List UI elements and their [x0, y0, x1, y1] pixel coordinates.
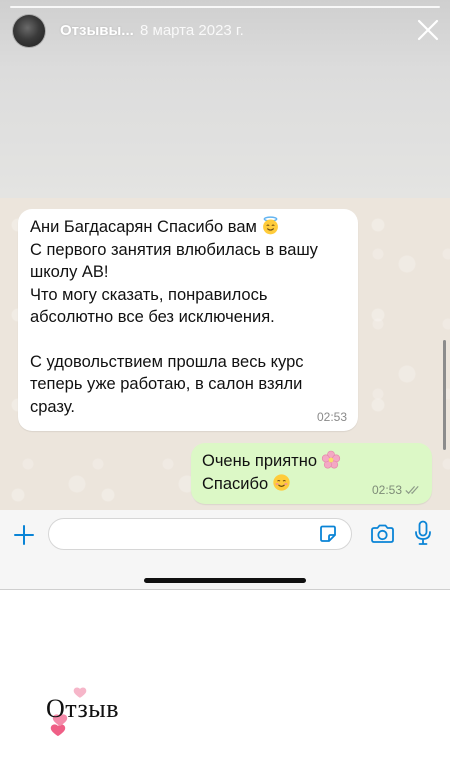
double-check-icon	[405, 486, 419, 495]
chat-scrollbar[interactable]	[443, 340, 446, 450]
mic-icon[interactable]	[414, 520, 432, 546]
smiling-face-with-halo-icon	[262, 216, 278, 235]
message-time: 02:53	[316, 410, 347, 424]
message-line: теперь уже работаю, в салон взяли	[30, 375, 303, 393]
story-progress-bar	[10, 6, 440, 8]
smiling-face-icon	[273, 473, 290, 491]
message-line: Ани Багдасарян Спасибо вам	[30, 216, 346, 239]
message-line: Очень приятно	[202, 450, 421, 473]
close-icon[interactable]	[416, 18, 440, 42]
sticker-label-text: Отзыв	[46, 694, 119, 723]
cherry-blossom-icon	[321, 450, 341, 469]
incoming-message-bubble[interactable]: Ани Багдасарян Спасибо вам С первого зан…	[18, 209, 358, 431]
message-line: школу АВ!	[30, 263, 109, 281]
camera-icon[interactable]	[370, 524, 395, 544]
message-line: абсолютно все без исключения.	[30, 308, 275, 326]
sticker-icon[interactable]	[318, 524, 338, 544]
home-indicator	[144, 578, 306, 583]
story-title[interactable]: Отзывы...	[60, 22, 134, 39]
story-date: 8 марта 2023 г.	[140, 22, 244, 39]
plus-icon[interactable]	[13, 524, 35, 546]
message-time: 02:53	[371, 483, 402, 497]
profile-avatar[interactable]	[12, 14, 46, 48]
message-line: Что могу сказать, понравилось	[30, 285, 268, 304]
message-line: С удовольствием прошла весь курс	[30, 352, 304, 371]
message-input[interactable]	[48, 518, 352, 550]
message-line: сразу.	[30, 397, 75, 416]
message-line: С первого занятия влюбилась в вашу	[30, 240, 318, 259]
outgoing-message-bubble[interactable]: Очень приятно Спасибо 02:53	[191, 443, 432, 504]
